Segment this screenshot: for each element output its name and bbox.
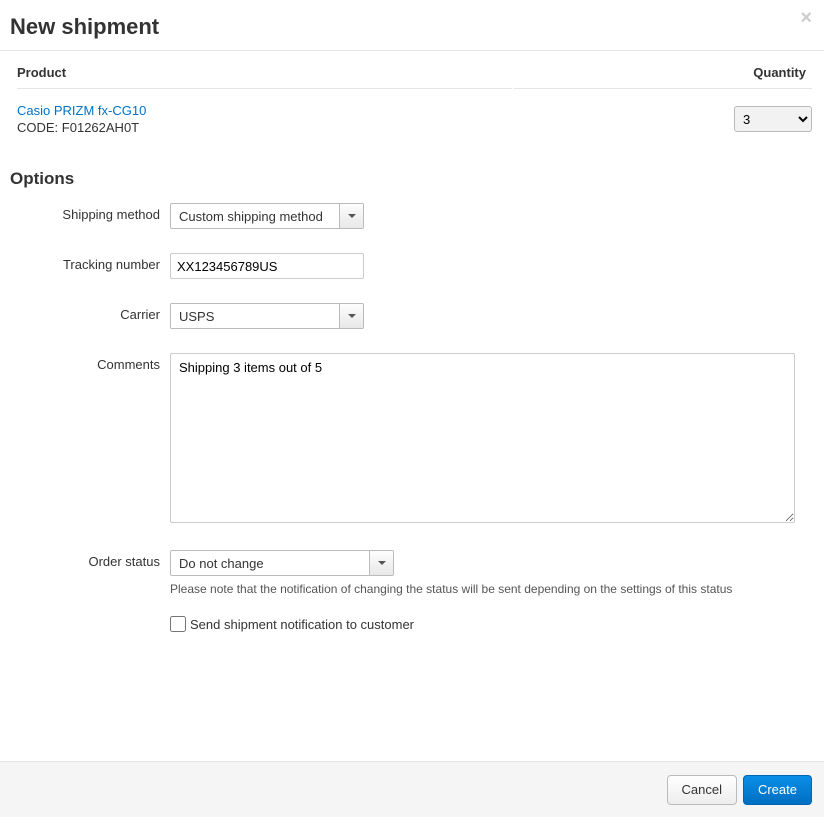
order-status-select[interactable]: Do not change — [170, 550, 394, 576]
carrier-label: Carrier — [10, 303, 170, 322]
chevron-down-icon[interactable] — [339, 204, 363, 228]
order-status-help: Please note that the notification of cha… — [170, 582, 814, 596]
close-icon[interactable]: × — [800, 8, 812, 28]
quantity-select[interactable]: 3 — [734, 106, 812, 132]
chevron-down-icon[interactable] — [369, 551, 393, 575]
dialog-footer: Cancel Create — [0, 761, 824, 817]
shipping-method-label: Shipping method — [10, 203, 170, 222]
product-table: Product Quantity Casio PRIZM fx-CG10 COD… — [0, 51, 824, 155]
comments-label: Comments — [10, 353, 170, 372]
product-name-link[interactable]: Casio PRIZM fx-CG10 — [17, 103, 146, 118]
shipping-method-select[interactable]: Custom shipping method — [170, 203, 364, 229]
col-product: Product — [17, 53, 512, 89]
options-heading: Options — [10, 169, 814, 189]
dialog-title: New shipment — [10, 14, 809, 40]
comments-textarea[interactable]: Shipping 3 items out of 5 — [170, 353, 795, 523]
carrier-select[interactable]: USPS — [170, 303, 364, 329]
notify-label[interactable]: Send shipment notification to customer — [190, 617, 414, 632]
order-status-label: Order status — [10, 550, 170, 569]
table-row: Casio PRIZM fx-CG10 CODE: F01262AH0T 3 — [17, 91, 812, 153]
create-button[interactable]: Create — [743, 775, 812, 805]
col-quantity: Quantity — [514, 53, 812, 89]
options-section: Options Shipping method Custom shipping … — [0, 169, 824, 632]
tracking-number-input[interactable] — [170, 253, 364, 279]
notify-checkbox[interactable] — [170, 616, 186, 632]
tracking-number-label: Tracking number — [10, 253, 170, 272]
dialog-header: New shipment × — [0, 0, 824, 51]
chevron-down-icon[interactable] — [339, 304, 363, 328]
cancel-button[interactable]: Cancel — [667, 775, 737, 805]
product-code: CODE: F01262AH0T — [17, 120, 512, 135]
